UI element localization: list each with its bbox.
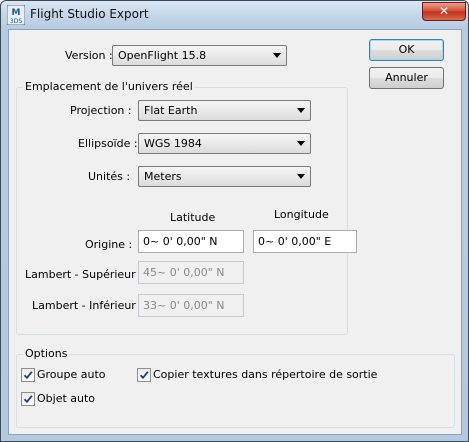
auto-group-checkbox[interactable] — [21, 368, 35, 382]
auto-object-label[interactable]: Objet auto — [37, 392, 95, 405]
options-group — [16, 354, 455, 428]
origin-latitude-input[interactable]: 0~ 0' 0,00" N — [138, 230, 244, 253]
copy-textures-checkbox[interactable] — [137, 368, 151, 382]
checkmark-icon — [23, 371, 33, 380]
title-bar[interactable]: M 3DS Flight Studio Export ✕ — [1, 1, 468, 29]
projection-label: Projection : — [70, 104, 132, 117]
options-group-title: Options — [23, 347, 70, 360]
origin-longitude-value: 0~ 0' 0,00" E — [258, 235, 332, 248]
location-group-title: Emplacement de l'univers réel — [23, 80, 195, 93]
origin-longitude-input[interactable]: 0~ 0' 0,00" E — [253, 230, 357, 253]
longitude-column-header: Longitude — [274, 208, 329, 221]
latitude-column-header: Latitude — [170, 211, 216, 224]
lambert-upper-label: Lambert - Supérieur : — [25, 268, 143, 281]
window-title: Flight Studio Export — [30, 7, 149, 21]
lambert-lower-label: Lambert - Inférieur : — [32, 299, 144, 312]
units-label: Unités : — [88, 170, 131, 183]
version-value: OpenFlight 15.8 — [118, 49, 207, 62]
projection-value: Flat Earth — [144, 104, 198, 117]
units-dropdown[interactable]: Meters — [138, 166, 311, 187]
checkmark-icon — [139, 371, 149, 380]
ellipsoid-label: Ellipsoïde : — [78, 137, 138, 150]
auto-group-label[interactable]: Groupe auto — [37, 368, 106, 381]
origin-latitude-value: 0~ 0' 0,00" N — [143, 235, 218, 248]
dialog-window: M 3DS Flight Studio Export ✕ Version : O… — [0, 0, 469, 442]
close-icon: ✕ — [438, 4, 450, 18]
chevron-down-icon — [297, 141, 305, 146]
version-label: Version : — [65, 49, 113, 62]
projection-dropdown[interactable]: Flat Earth — [138, 100, 311, 121]
checkmark-icon — [23, 395, 33, 404]
ok-button[interactable]: OK — [369, 39, 444, 61]
lambert-upper-input[interactable]: 45~ 0' 0,00" N — [138, 261, 244, 284]
svg-text:3DS: 3DS — [10, 18, 22, 25]
svg-text:M: M — [12, 8, 21, 18]
lambert-lower-value: 33~ 0' 0,00" N — [143, 299, 225, 312]
origin-label: Origine : — [85, 238, 133, 251]
auto-object-checkbox[interactable] — [21, 392, 35, 406]
dialog-client: Version : OpenFlight 15.8 OK Annuler Emp… — [8, 29, 462, 435]
copy-textures-label[interactable]: Copier textures dans répertoire de sorti… — [153, 368, 377, 381]
lambert-upper-value: 45~ 0' 0,00" N — [143, 266, 225, 279]
version-dropdown[interactable]: OpenFlight 15.8 — [112, 45, 287, 66]
ellipsoid-dropdown[interactable]: WGS 1984 — [138, 133, 311, 154]
units-value: Meters — [144, 170, 182, 183]
ellipsoid-value: WGS 1984 — [144, 137, 202, 150]
chevron-down-icon — [273, 53, 281, 58]
chevron-down-icon — [297, 174, 305, 179]
cancel-button[interactable]: Annuler — [369, 67, 444, 89]
app-icon: M 3DS — [7, 5, 25, 25]
lambert-lower-input[interactable]: 33~ 0' 0,00" N — [138, 294, 244, 317]
chevron-down-icon — [297, 108, 305, 113]
close-button[interactable]: ✕ — [422, 2, 466, 21]
